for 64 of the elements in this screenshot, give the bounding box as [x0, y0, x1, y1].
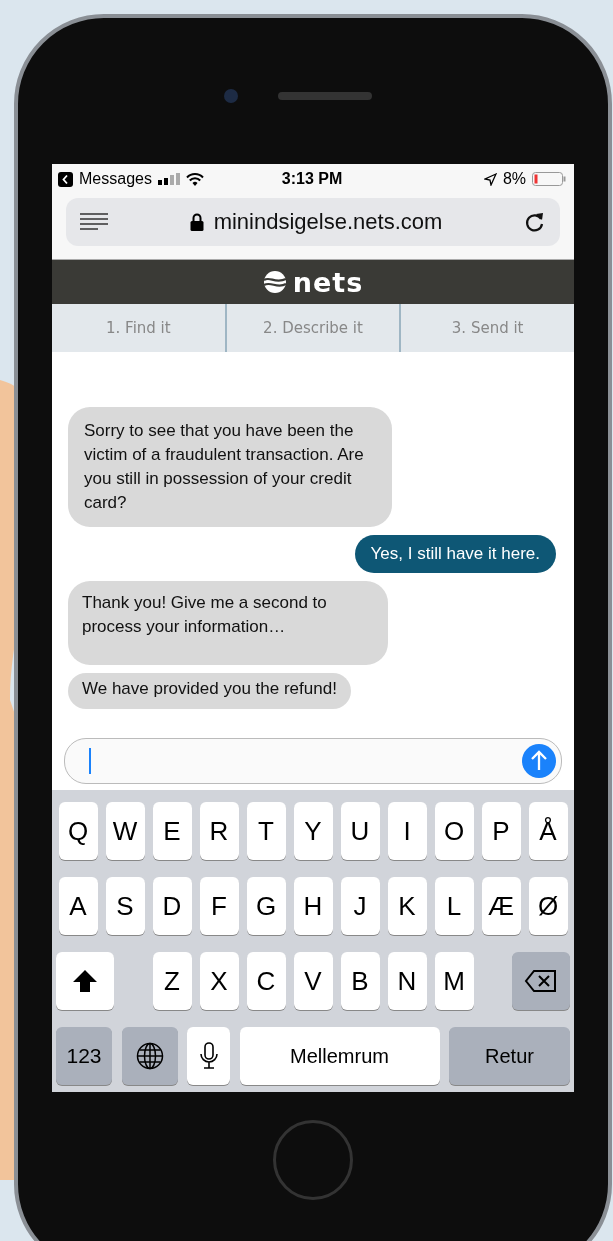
letter-key[interactable]: A: [58, 877, 98, 935]
space-key[interactable]: Mellemrum: [239, 1027, 440, 1085]
letter-key[interactable]: M: [434, 952, 474, 1010]
wifi-icon: [185, 172, 204, 186]
camera-icon: [224, 89, 238, 103]
logo-text: nets: [292, 266, 364, 298]
backspace-key[interactable]: [512, 952, 570, 1010]
letter-key[interactable]: Y: [293, 802, 333, 860]
letter-key[interactable]: B: [340, 952, 380, 1010]
letter-key[interactable]: W: [105, 802, 145, 860]
letter-key[interactable]: G: [246, 877, 286, 935]
location-arrow-icon: [483, 172, 497, 186]
letter-key[interactable]: P: [481, 802, 521, 860]
clock-time: 3:13 PM: [281, 170, 343, 188]
shift-key[interactable]: [56, 952, 114, 1010]
menu-icon[interactable]: [80, 213, 108, 231]
bot-message-bubble: We have provided you the refund!: [68, 673, 351, 709]
letter-key[interactable]: Q: [58, 802, 98, 860]
letter-key[interactable]: V: [293, 952, 333, 1010]
logo-icon: [262, 270, 287, 294]
bot-message-bubble: Sorry to see that you have been the victim of a fraudulent transaction. Are you still in possession of your credit card?: [68, 407, 392, 527]
letter-key[interactable]: S: [105, 877, 145, 935]
letter-key[interactable]: I: [387, 802, 427, 860]
globe-icon: [135, 1042, 164, 1070]
letter-key[interactable]: U: [340, 802, 380, 860]
reload-icon[interactable]: [524, 211, 546, 233]
letter-key[interactable]: F: [199, 877, 239, 935]
shift-icon: [72, 969, 98, 993]
user-message-bubble: Yes, I still have it here.: [354, 535, 556, 573]
letter-key[interactable]: T: [246, 802, 286, 860]
letter-key[interactable]: E: [152, 802, 192, 860]
battery-icon: [532, 172, 566, 186]
letter-key[interactable]: Z: [152, 952, 192, 1010]
url-text: minindsigelse.nets.com: [213, 209, 443, 235]
signal-icon: [157, 173, 180, 185]
backspace-icon: [524, 969, 558, 993]
numbers-key[interactable]: 123: [56, 1027, 112, 1085]
speaker-icon: [278, 92, 372, 100]
letter-key[interactable]: J: [340, 877, 380, 935]
letter-key[interactable]: O: [434, 802, 474, 860]
battery-percent: 8%: [502, 170, 526, 188]
letter-key[interactable]: N: [387, 952, 427, 1010]
letter-key[interactable]: H: [293, 877, 333, 935]
lock-icon: [189, 213, 204, 231]
back-icon[interactable]: [58, 171, 73, 187]
letter-key[interactable]: K: [387, 877, 427, 935]
return-key[interactable]: Retur: [449, 1027, 570, 1085]
globe-key[interactable]: [121, 1027, 178, 1085]
message-input-field[interactable]: [64, 738, 562, 784]
send-icon[interactable]: [522, 744, 556, 778]
letter-key[interactable]: R: [199, 802, 239, 860]
letter-key[interactable]: L: [434, 877, 474, 935]
back-app-label[interactable]: Messages: [79, 170, 152, 188]
microphone-key[interactable]: [187, 1027, 230, 1085]
letter-key[interactable]: Ø: [528, 877, 568, 935]
letter-key[interactable]: Å: [528, 802, 568, 860]
bot-message-bubble: Thank you! Give me a second to process your information…: [68, 581, 388, 665]
microphone-icon: [199, 1042, 218, 1070]
text-cursor: [89, 748, 91, 774]
letter-key[interactable]: Æ: [481, 877, 521, 935]
letter-key[interactable]: D: [152, 877, 192, 935]
letter-key[interactable]: X: [199, 952, 239, 1010]
letter-key[interactable]: C: [246, 952, 286, 1010]
address-bar[interactable]: minindsigelse.nets.com: [66, 198, 560, 246]
